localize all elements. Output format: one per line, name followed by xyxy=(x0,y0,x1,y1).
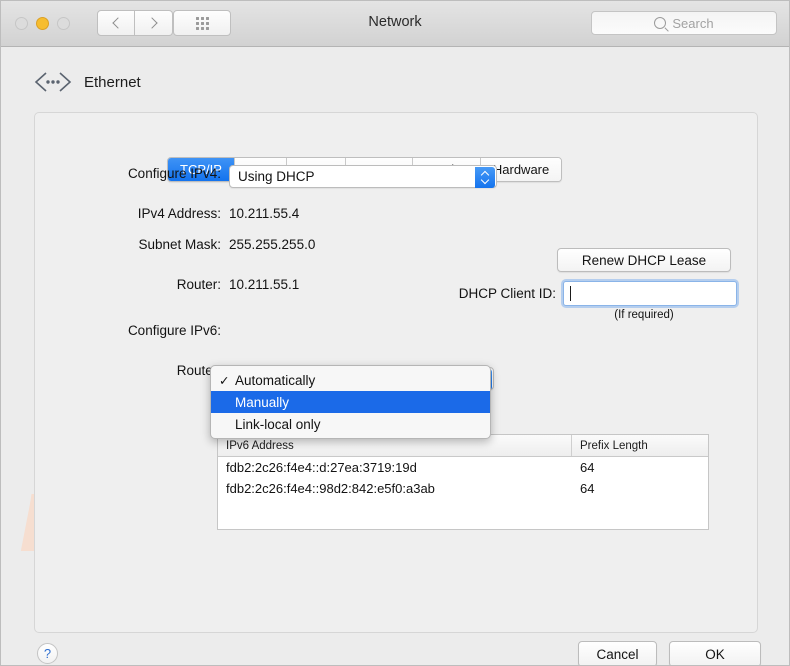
configure-ipv4-value: Using DHCP xyxy=(238,169,315,184)
renew-dhcp-lease-button[interactable]: Renew DHCP Lease xyxy=(557,248,731,272)
dhcp-client-id-input[interactable] xyxy=(563,281,737,306)
configure-ipv4-label: Configure IPv4: xyxy=(127,166,221,181)
ipv6-router-row: Router: xyxy=(101,363,221,378)
ipv6-router-label: Router: xyxy=(176,363,221,378)
table-row[interactable]: fdb2:2c26:f4e4::d:27ea:3719:19d 64 xyxy=(218,457,708,478)
window-titlebar: Network Search xyxy=(1,1,789,47)
ipv4-router-label: Router: xyxy=(176,277,221,292)
ipv6-address-cell: fdb2:2c26:f4e4::98d2:842:e5f0:a3ab xyxy=(226,481,435,496)
dhcp-client-id-row: DHCP Client ID: xyxy=(301,281,737,306)
dhcp-client-id-label: DHCP Client ID: xyxy=(458,286,556,301)
configure-ipv6-row: Configure IPv6: xyxy=(101,323,221,338)
table-row[interactable]: fdb2:2c26:f4e4::98d2:842:e5f0:a3ab 64 xyxy=(218,478,708,499)
subnet-mask-value: 255.255.255.0 xyxy=(229,237,316,252)
ethernet-icon xyxy=(34,72,72,92)
search-placeholder: Search xyxy=(672,15,714,31)
help-button[interactable]: ? xyxy=(37,643,58,664)
ipv6-address-table: IPv6 Address Prefix Length fdb2:2c26:f4e… xyxy=(217,434,709,530)
menu-item-automatically[interactable]: ✓ Automatically xyxy=(211,369,490,391)
service-header: Ethernet xyxy=(34,71,141,93)
menu-item-link-local-only[interactable]: Link-local only xyxy=(211,413,490,435)
configure-ipv6-dropdown-menu: ✓ Automatically Manually Link-local only xyxy=(210,365,491,439)
search-icon xyxy=(654,17,667,29)
configure-ipv6-label: Configure IPv6: xyxy=(127,323,221,338)
subnet-mask-label: Subnet Mask: xyxy=(138,237,221,252)
menu-item-manually[interactable]: Manually xyxy=(211,391,490,413)
configure-ipv4-row: Configure IPv4: xyxy=(101,166,221,181)
checkmark-icon: ✓ xyxy=(219,373,230,388)
menu-item-label: Manually xyxy=(235,394,290,410)
cancel-button[interactable]: Cancel xyxy=(578,641,657,665)
window-body: Z risk.com Ethernet TCP/IP DN xyxy=(1,47,789,665)
subnet-mask-row: Subnet Mask: 255.255.255.0 xyxy=(101,237,315,252)
prefix-length-cell: 64 xyxy=(580,481,595,496)
ipv4-router-value: 10.211.55.1 xyxy=(229,277,300,292)
text-caret xyxy=(570,286,571,301)
prefix-length-cell: 64 xyxy=(580,460,595,475)
service-name: Ethernet xyxy=(84,73,141,91)
column-header-prefix-length: Prefix Length xyxy=(580,439,648,452)
configure-ipv4-select[interactable]: Using DHCP xyxy=(229,165,497,188)
ipv4-address-row: IPv4 Address: 10.211.55.4 xyxy=(101,206,300,221)
ipv4-router-row: Router: 10.211.55.1 xyxy=(101,277,300,292)
ok-button[interactable]: OK xyxy=(669,641,761,665)
ipv6-address-cell: fdb2:2c26:f4e4::d:27ea:3719:19d xyxy=(226,460,417,475)
ipv4-address-label: IPv4 Address: xyxy=(137,206,221,221)
dhcp-client-id-hint: (If required) xyxy=(614,309,674,321)
menu-item-label: Automatically xyxy=(235,372,316,388)
ipv4-address-value: 10.211.55.4 xyxy=(229,206,300,221)
network-preferences-window: Network Search Z risk.com xyxy=(0,0,790,666)
search-input[interactable]: Search xyxy=(591,11,777,35)
stepper-arrows-icon[interactable] xyxy=(475,167,495,188)
menu-item-label: Link-local only xyxy=(235,416,321,432)
